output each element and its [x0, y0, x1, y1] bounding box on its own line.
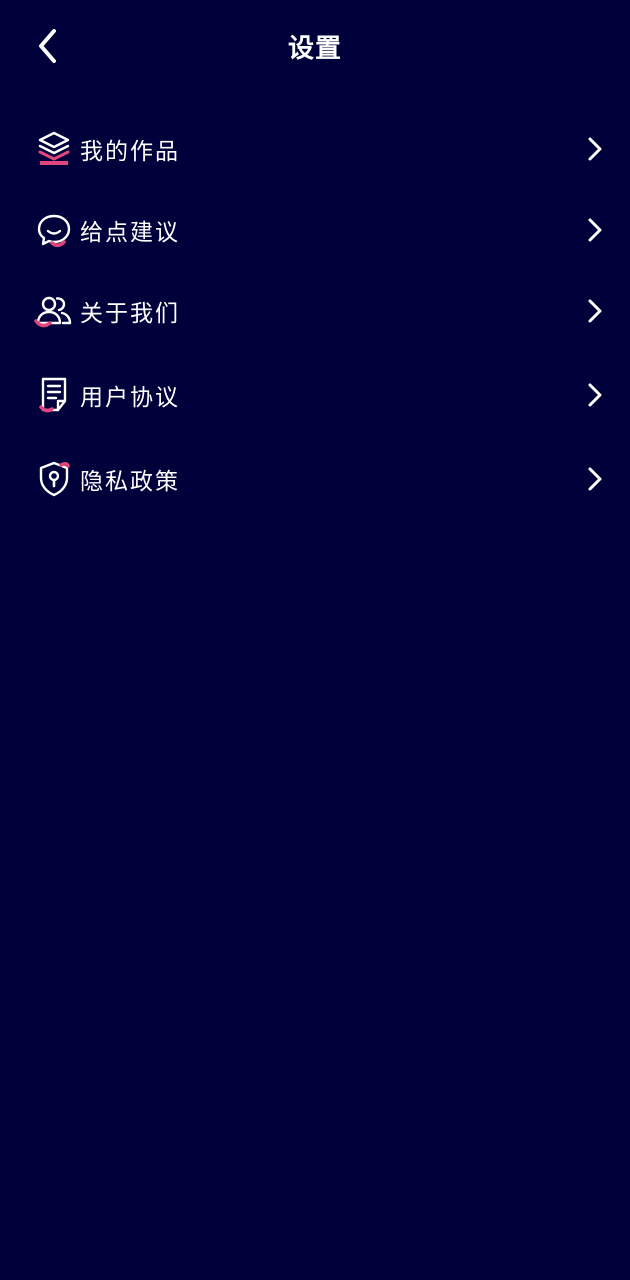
menu-item-label: 隐私政策 — [80, 469, 180, 495]
chevron-right-icon — [588, 383, 602, 407]
menu-item-label: 给点建议 — [80, 220, 180, 246]
menu-item-label: 关于我们 — [80, 301, 180, 327]
menu-item-label: 用户协议 — [80, 385, 180, 411]
menu-item-privacy-policy[interactable]: 隐私政策 — [0, 438, 630, 520]
chevron-right-icon — [588, 467, 602, 491]
document-icon — [39, 377, 67, 413]
chat-bubble-icon — [37, 214, 71, 247]
chevron-right-icon — [588, 137, 602, 161]
page-title: 设置 — [287, 34, 342, 64]
users-icon — [34, 296, 72, 328]
chevron-right-icon — [588, 218, 602, 242]
menu-item-user-agreement[interactable]: 用户协议 — [0, 352, 630, 438]
layers-icon — [38, 131, 70, 165]
menu-item-my-works[interactable]: 我的作品 — [0, 108, 630, 190]
menu-item-label: 我的作品 — [80, 139, 180, 165]
settings-menu: 我的作品 给点建议 关于我们 用户协议 隐私政策 — [0, 108, 630, 520]
menu-item-feedback[interactable]: 给点建议 — [0, 190, 630, 270]
menu-item-about-us[interactable]: 关于我们 — [0, 270, 630, 352]
shield-lock-icon — [39, 461, 70, 497]
chevron-right-icon — [588, 299, 602, 323]
header-bar: 设置 — [0, 0, 630, 94]
